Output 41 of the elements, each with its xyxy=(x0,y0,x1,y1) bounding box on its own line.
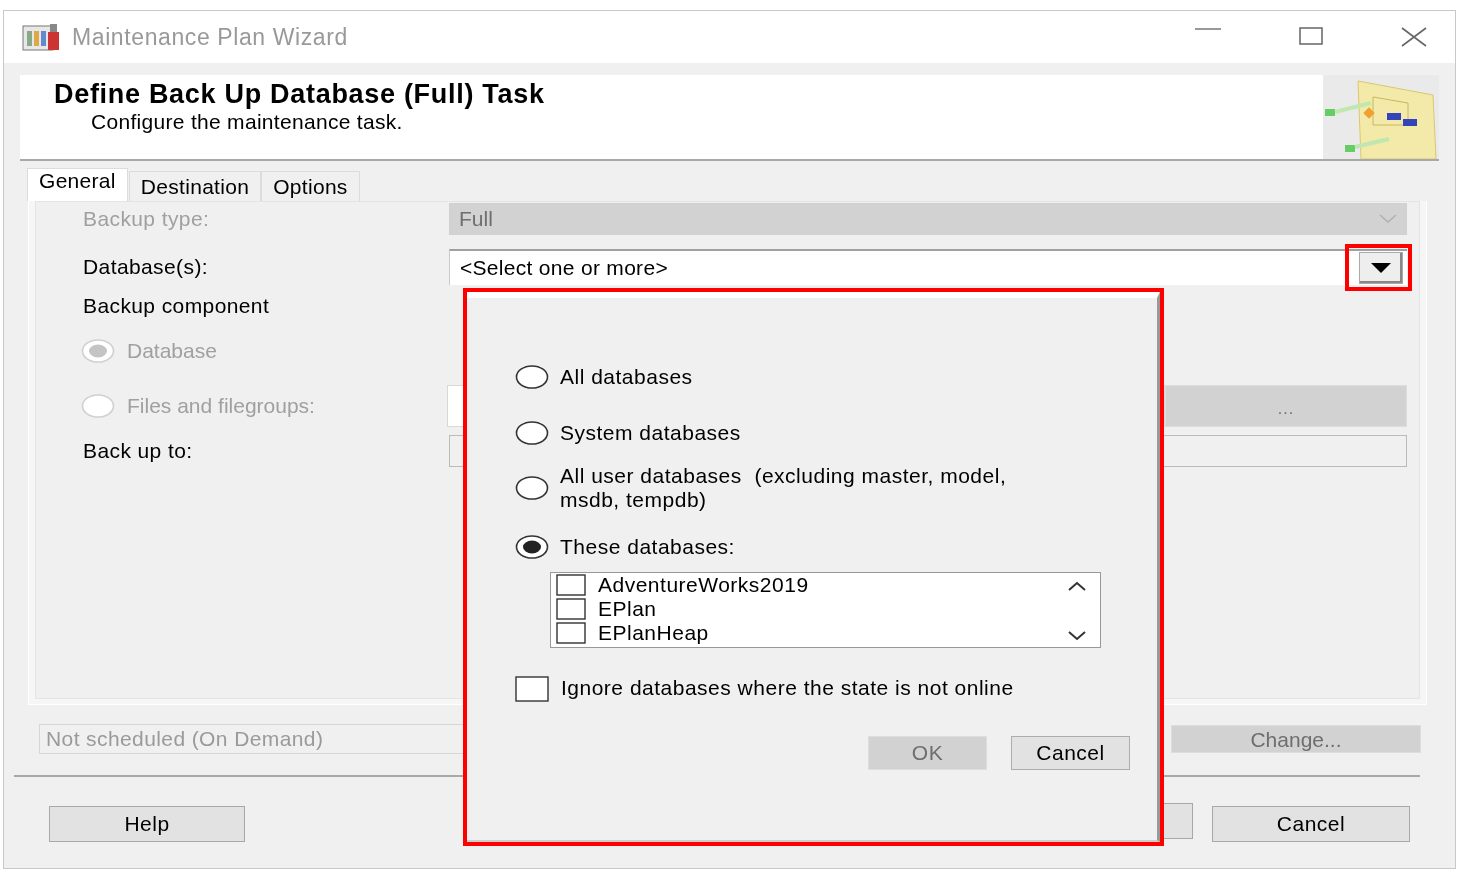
page-subtitle: Configure the maintenance task. xyxy=(91,110,404,134)
radio-button[interactable] xyxy=(515,420,549,446)
chevron-down-icon xyxy=(1379,214,1397,224)
checkbox[interactable] xyxy=(556,574,586,596)
checkbox-label: Ignore databases where the state is not online xyxy=(561,676,1014,700)
maximize-icon[interactable] xyxy=(1299,27,1323,45)
radio-label: Database xyxy=(127,339,217,363)
scroll-down-icon[interactable] xyxy=(1068,631,1086,641)
tab[interactable]: Options xyxy=(261,171,360,201)
app-icon xyxy=(22,22,62,52)
minimize-icon[interactable] xyxy=(1195,27,1221,31)
cancel-button[interactable]: Cancel xyxy=(1212,806,1410,842)
field-label: Database(s): xyxy=(83,255,210,279)
page-title: Define Back Up Database (Full) Task xyxy=(54,79,546,110)
radio-label: All user databases (excluding master, model, msdb, tempdb) xyxy=(560,464,1008,512)
checkbox[interactable] xyxy=(556,598,586,620)
checkbox[interactable] xyxy=(556,622,586,644)
radio-button[interactable] xyxy=(515,364,549,390)
window-title: Maintenance Plan Wizard xyxy=(72,23,349,51)
field-label: Backup type: xyxy=(83,207,211,231)
radio-label: Files and filegroups: xyxy=(127,394,315,418)
close-icon[interactable] xyxy=(1401,27,1427,47)
tab[interactable]: Destination xyxy=(128,171,262,201)
highlight-frame xyxy=(1345,244,1412,291)
field-label: Back up to: xyxy=(83,439,194,463)
scroll-up-icon[interactable] xyxy=(1068,581,1086,591)
databases-dropdown[interactable]: <Select one or more> xyxy=(449,249,1407,285)
cancel-button[interactable]: Cancel xyxy=(1011,736,1130,770)
checkbox[interactable] xyxy=(515,676,549,702)
help-button[interactable]: Help xyxy=(49,806,245,842)
database-name[interactable]: EPlan xyxy=(598,597,657,621)
radio-label: System databases xyxy=(560,421,741,445)
caret-down-icon xyxy=(1371,263,1391,273)
database-name[interactable]: AdventureWorks2019 xyxy=(598,573,809,597)
database-name[interactable]: EPlanHeap xyxy=(598,621,709,645)
section-label: Backup component xyxy=(83,294,271,318)
radio-label: These databases: xyxy=(560,535,735,559)
tab[interactable]: General xyxy=(27,168,128,201)
radio-button[interactable] xyxy=(515,475,549,501)
radio-button[interactable] xyxy=(515,534,549,560)
radio-label: All databases xyxy=(560,365,693,389)
